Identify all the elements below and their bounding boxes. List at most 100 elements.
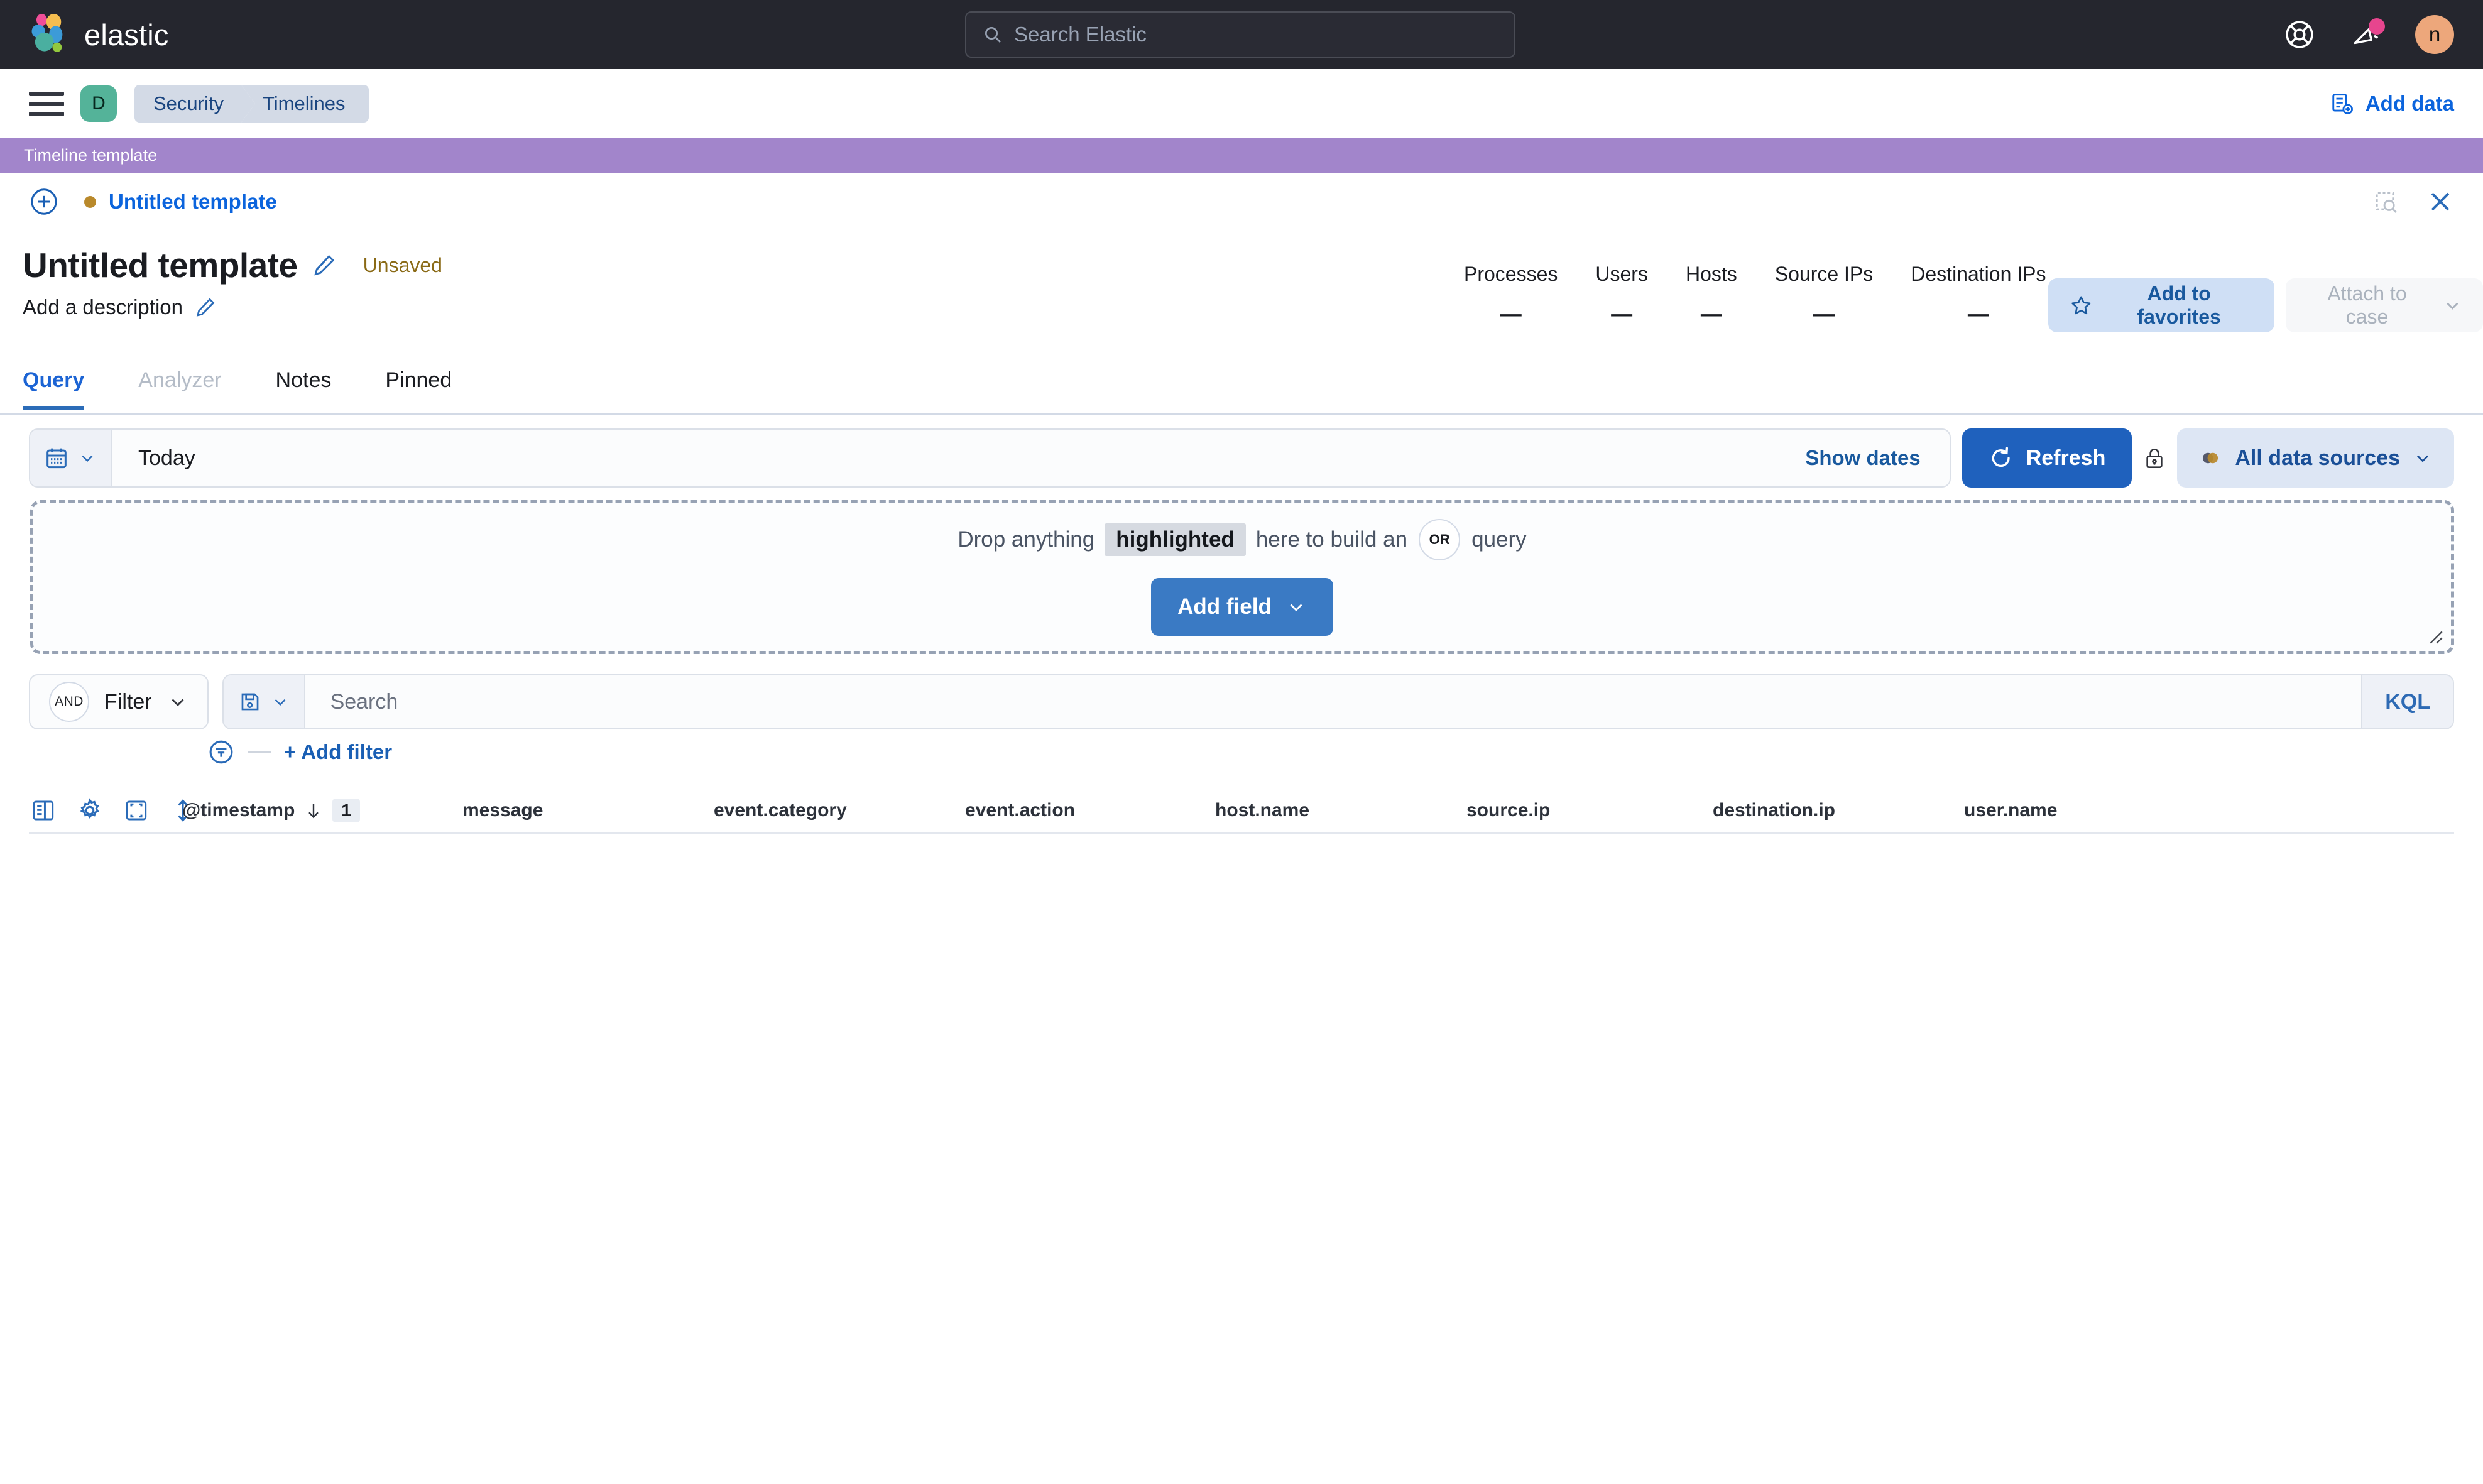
stat-processes[interactable]: Processes — — [1445, 263, 1576, 327]
timeline-strip-actions — [2371, 188, 2454, 216]
stat-label: Processes — [1464, 263, 1558, 285]
add-field-button[interactable]: Add field — [1151, 577, 1333, 636]
close-icon[interactable] — [2426, 188, 2454, 216]
columns-icon[interactable] — [29, 796, 58, 825]
timeline-template-banner: Timeline template — [0, 138, 2483, 173]
add-filter-button[interactable]: + Add filter — [284, 740, 392, 764]
query-language-switcher[interactable]: KQL — [2361, 675, 2453, 728]
column-header-host-name[interactable]: host.name — [1215, 800, 1309, 821]
drop-highlight-chip: highlighted — [1105, 523, 1246, 556]
tab-notes[interactable]: Notes — [276, 363, 332, 408]
stat-value: — — [1611, 302, 1633, 326]
space-avatar[interactable]: D — [80, 85, 117, 122]
tab-pinned[interactable]: Pinned — [385, 363, 452, 408]
breadcrumb: Security Timelines — [134, 85, 369, 123]
global-search-input[interactable]: Search Elastic — [965, 11, 1515, 58]
super-date-picker: Today Show dates — [29, 428, 1951, 488]
chevron-down-icon — [275, 699, 285, 706]
column-header-event-action[interactable]: event.action — [965, 800, 1075, 821]
pencil-icon[interactable] — [194, 296, 217, 319]
stat-hosts[interactable]: Hosts — — [1667, 263, 1756, 327]
search-input[interactable]: Search — [305, 690, 2362, 714]
global-header-actions: n — [2282, 0, 2454, 69]
gear-icon[interactable] — [75, 796, 104, 825]
stat-value: — — [1967, 302, 1989, 326]
column-header-user-name[interactable]: user.name — [1964, 800, 2057, 821]
timeline-title-row: Untitled template Unsaved — [23, 245, 442, 285]
column-header-timestamp[interactable]: @timestamp 1 — [182, 798, 360, 822]
stat-destination-ips[interactable]: Destination IPs — — [1892, 263, 2065, 327]
column-header-source-ip[interactable]: source.ip — [1466, 800, 1550, 821]
stat-label: Users — [1595, 263, 1648, 285]
chevron-down-icon — [172, 699, 184, 706]
column-header-message[interactable]: message — [462, 800, 543, 821]
global-header: elastic Search Elastic n — [0, 0, 2483, 69]
megaphone-icon[interactable] — [2349, 17, 2385, 52]
open-timeline-button[interactable]: Untitled template — [84, 190, 277, 214]
resize-grip-icon[interactable] — [2423, 625, 2445, 646]
chevron-down-icon — [2417, 455, 2428, 462]
show-dates-button[interactable]: Show dates — [1805, 446, 1949, 470]
elastic-logo-icon — [31, 14, 63, 52]
search-icon — [985, 27, 1001, 43]
data-provider-lock-button[interactable] — [2132, 428, 2177, 488]
or-operator-badge: OR — [1419, 518, 1461, 560]
global-search-placeholder: Search Elastic — [1014, 23, 1147, 46]
column-header-destination-ip[interactable]: destination.ip — [1713, 800, 1835, 821]
data-sources-icon — [2203, 452, 2218, 464]
timeline-description-row[interactable]: Add a description — [23, 295, 217, 319]
star-icon — [2071, 296, 2091, 315]
lock-icon — [2146, 449, 2163, 468]
drop-text-middle: here to build an — [1255, 526, 1408, 552]
column-header-event-category[interactable]: event.category — [714, 800, 847, 821]
stat-value: — — [1500, 302, 1522, 326]
breadcrumb-item-timelines[interactable]: Timelines — [241, 85, 369, 123]
events-table-header: @timestamp 1 message event.category even… — [29, 788, 2454, 834]
fullscreen-icon[interactable] — [122, 796, 151, 825]
chevron-down-icon — [82, 455, 93, 462]
elastic-security-timelines-page: elastic Search Elastic n D Security Time… — [0, 0, 2483, 1484]
stat-label: Source IPs — [1774, 263, 1874, 285]
filter-icon[interactable] — [207, 738, 235, 766]
sort-order-badge: 1 — [332, 798, 360, 822]
unsaved-status-badge: Unsaved — [363, 253, 442, 276]
attach-to-case-button[interactable]: Attach to case — [2285, 278, 2483, 332]
saved-query-button[interactable] — [223, 675, 305, 728]
add-filter-row: + Add filter — [207, 738, 392, 766]
timestamp-column-label: @timestamp — [182, 799, 295, 821]
tab-query[interactable]: Query — [23, 363, 85, 410]
chevron-down-icon — [1290, 603, 1302, 611]
plus-circle-icon[interactable] — [29, 187, 59, 217]
breadcrumb-item-security[interactable]: Security — [134, 85, 255, 123]
refresh-button[interactable]: Refresh — [1962, 428, 2132, 488]
page-title: Untitled template — [23, 246, 298, 285]
drop-text-before: Drop anything — [958, 526, 1095, 552]
stat-users[interactable]: Users — — [1576, 263, 1667, 327]
add-to-favorites-button[interactable]: Add to favorites — [2048, 278, 2274, 332]
stat-source-ips[interactable]: Source IPs — — [1756, 263, 1892, 327]
filter-label: Filter — [104, 689, 152, 714]
stat-value: — — [1813, 302, 1835, 326]
and-operator-badge: AND — [49, 682, 89, 722]
notification-badge — [2369, 18, 2385, 35]
add-data-button[interactable]: Add data — [2330, 92, 2454, 116]
calendar-icon — [46, 448, 67, 469]
tab-analyzer: Analyzer — [138, 368, 222, 392]
inspect-icon[interactable] — [2371, 188, 2399, 216]
attach-to-case-label: Attach to case — [2327, 282, 2407, 328]
pencil-icon[interactable] — [312, 253, 337, 278]
page-footer — [0, 1459, 2483, 1484]
user-avatar[interactable]: n — [2415, 15, 2454, 54]
filter-dropdown-button[interactable]: AND Filter — [29, 674, 209, 729]
date-range-value[interactable]: Today — [112, 446, 1805, 471]
timeline-template-banner-label: Timeline template — [24, 146, 158, 165]
query-filter-bar: AND Filter Search KQL — [29, 674, 2454, 729]
brand-area[interactable]: elastic — [0, 13, 169, 56]
date-quick-select-button[interactable] — [30, 430, 112, 486]
hamburger-menu-icon[interactable] — [29, 89, 64, 118]
data-providers-drop-zone[interactable]: Drop anything highlighted here to build … — [30, 500, 2454, 654]
breadcrumb-bar: D Security Timelines Add data — [0, 69, 2483, 138]
lifebuoy-icon[interactable] — [2282, 17, 2317, 52]
data-sources-button[interactable]: All data sources — [2177, 428, 2454, 488]
brand-name: elastic — [84, 18, 169, 52]
